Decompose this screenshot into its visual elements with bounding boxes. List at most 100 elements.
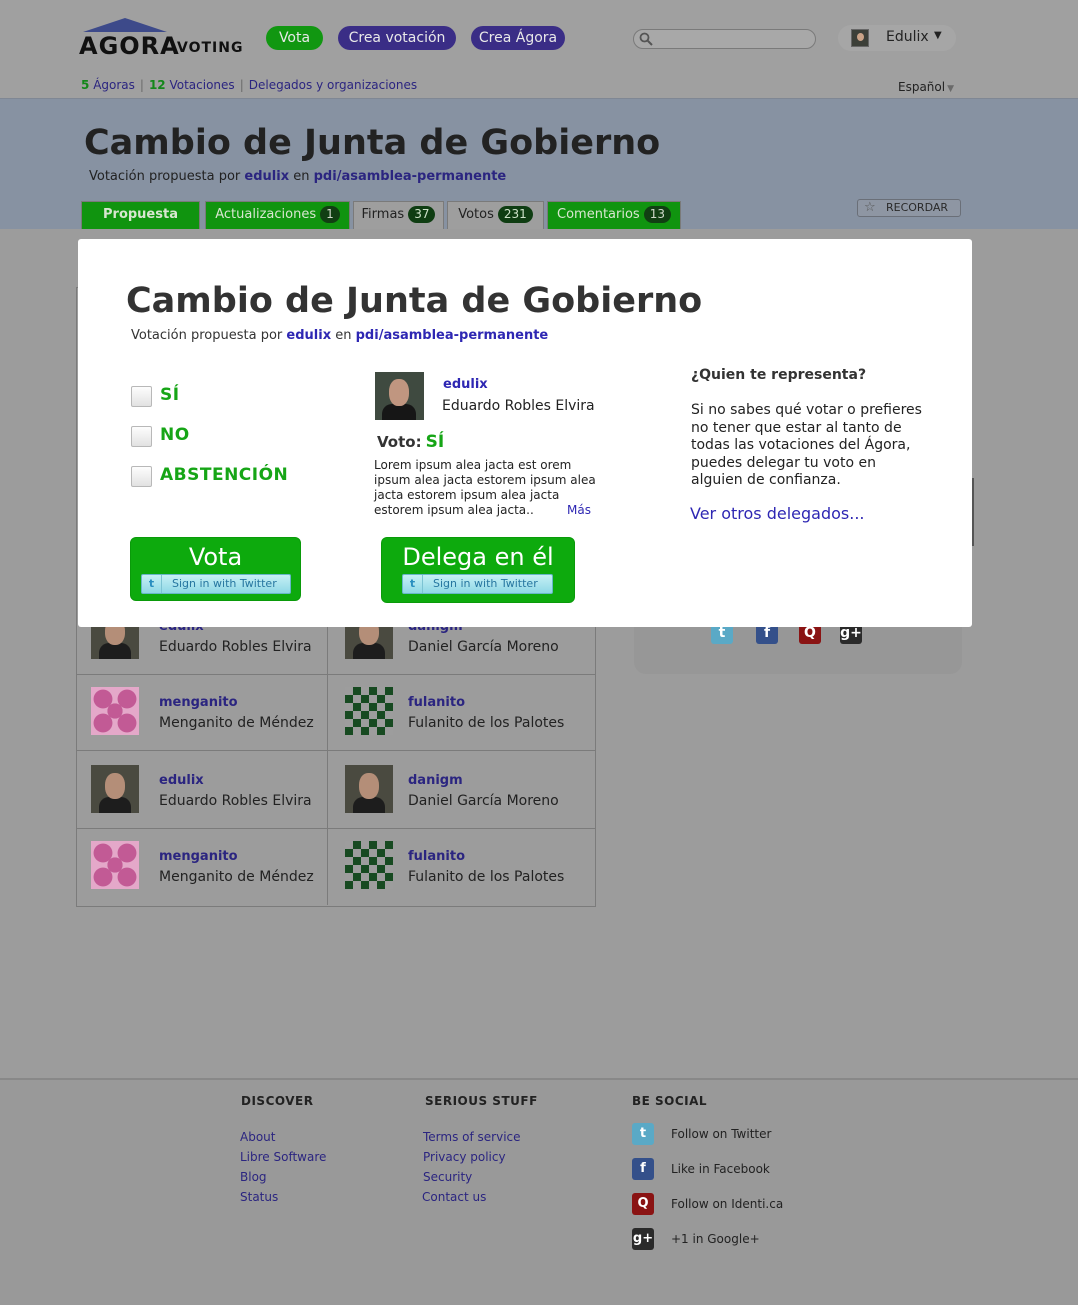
footer-link-contact[interactable]: Contact us <box>422 1187 538 1207</box>
agora-link[interactable]: pdi/asamblea-permanente <box>356 328 549 343</box>
separator: | <box>239 78 244 92</box>
author-link[interactable]: edulix <box>244 169 289 184</box>
table-row: menganito Menganito de Méndez fulanito F… <box>77 827 595 905</box>
tab-comentarios[interactable]: Comentarios 13 <box>547 201 681 229</box>
footer-link-libre-software[interactable]: Libre Software <box>240 1147 326 1167</box>
social-item-googleplus[interactable]: g+ +1 in Google+ <box>632 1228 760 1263</box>
option-checkbox[interactable] <box>131 466 152 487</box>
voter-fullname: Eduardo Robles Elvira <box>159 639 312 655</box>
tab-firmas[interactable]: Firmas 37 <box>353 201 444 229</box>
footer-discover: DISCOVER About Libre Software Blog Statu… <box>240 1094 326 1207</box>
option-checkbox[interactable] <box>131 386 152 407</box>
social-item-facebook[interactable]: f Like in Facebook <box>632 1158 770 1193</box>
voter-card[interactable]: danigm Daniel García Moreno <box>327 751 595 829</box>
tab-label: Firmas <box>361 207 405 222</box>
avatar <box>345 841 393 889</box>
vote-label: Voto: <box>377 433 422 451</box>
social-label: +1 in Google+ <box>671 1232 760 1246</box>
tab-label: Comentarios <box>557 207 640 222</box>
table-row: edulix Eduardo Robles Elvira danigm Dani… <box>77 751 595 829</box>
voter-username[interactable]: menganito <box>159 695 238 710</box>
ver-otros-delegados-link[interactable]: Ver otros delegados... <box>690 504 865 523</box>
twitter-icon: t <box>632 1123 654 1145</box>
tab-count-badge: 1 <box>320 206 340 223</box>
more-link[interactable]: Más <box>567 503 591 517</box>
tab-actualizaciones[interactable]: Actualizaciones 1 <box>205 201 350 229</box>
footer-link-terms[interactable]: Terms of service <box>423 1127 538 1147</box>
votaciones-count: 12 <box>148 78 166 92</box>
voter-username[interactable]: fulanito <box>408 695 465 710</box>
tab-label: Actualizaciones <box>215 207 317 222</box>
voting-banner: Cambio de Junta de Gobierno Votación pro… <box>0 98 1078 229</box>
recordar-button[interactable]: ☆ RECORDAR <box>857 199 961 217</box>
social-label: Like in Facebook <box>671 1162 770 1176</box>
footer: DISCOVER About Libre Software Blog Statu… <box>0 1078 1078 1305</box>
search-box <box>633 29 816 49</box>
user-name: Edulix <box>886 29 929 45</box>
avatar <box>91 687 139 735</box>
agoras-link[interactable]: Ágoras <box>93 78 135 92</box>
language-label: Español <box>898 80 946 94</box>
footer-link-status[interactable]: Status <box>240 1187 326 1207</box>
modal-subtitle: Votación propuesta por edulix en pdi/asa… <box>131 328 548 343</box>
voter-card[interactable]: fulanito Fulanito de los Palotes <box>327 827 595 905</box>
logo-subtext: VOTING <box>177 40 244 56</box>
twitter-signin-button[interactable]: t Sign in with Twitter <box>402 574 553 594</box>
voter-card[interactable]: fulanito Fulanito de los Palotes <box>327 673 595 751</box>
logo-roof-shape <box>83 18 167 32</box>
logo-text: AGORA <box>79 32 180 60</box>
representa-text: Si no sabes qué votar o prefieres no ten… <box>691 402 922 488</box>
social-item-twitter[interactable]: t Follow on Twitter <box>632 1123 771 1158</box>
footer-link-blog[interactable]: Blog <box>240 1167 326 1187</box>
votaciones-link[interactable]: Votaciones <box>169 78 234 92</box>
avatar <box>91 765 139 813</box>
delegate-reason: Lorem ipsum alea jacta est orem ipsum al… <box>374 458 596 517</box>
chevron-down-icon: ▼ <box>947 84 955 94</box>
voter-username[interactable]: danigm <box>408 773 463 788</box>
crea-votacion-button[interactable]: Crea votación <box>338 26 456 50</box>
social-label: Follow on Identi.ca <box>671 1197 784 1211</box>
delegate-button[interactable]: Delega en él t Sign in with Twitter <box>381 537 575 603</box>
voter-username[interactable]: edulix <box>159 773 204 788</box>
footer-link-privacy[interactable]: Privacy policy <box>423 1147 538 1167</box>
delegate-username[interactable]: edulix <box>443 377 488 392</box>
vota-nav-button[interactable]: Vota <box>266 26 323 50</box>
subtitle-prefix: Votación propuesta por <box>131 328 283 343</box>
social-item-identica[interactable]: Q Follow on Identi.ca <box>632 1193 783 1228</box>
separator: | <box>139 78 144 92</box>
stats-subnav: 5 Ágoras | 12 Votaciones | Delegados y organ… <box>81 78 417 92</box>
footer-social: BE SOCIAL t Follow on Twitter f Like in … <box>632 1094 783 1263</box>
author-link[interactable]: edulix <box>286 328 331 343</box>
tab-propuesta[interactable]: Propuesta <box>81 201 200 229</box>
footer-link-security[interactable]: Security <box>423 1167 538 1187</box>
voter-card[interactable]: menganito Menganito de Méndez <box>77 673 327 751</box>
subtitle-en: en <box>335 328 352 343</box>
delegados-link[interactable]: Delegados y organizaciones <box>249 78 417 92</box>
option-label: ABSTENCIÓN <box>160 465 289 485</box>
agora-link[interactable]: pdi/asamblea-permanente <box>314 169 507 184</box>
voter-card[interactable]: menganito Menganito de Méndez <box>77 827 327 905</box>
vote-button[interactable]: Vota t Sign in with Twitter <box>130 537 301 601</box>
twitter-signin-button[interactable]: t Sign in with Twitter <box>141 574 291 594</box>
twitter-icon: t <box>403 575 423 593</box>
crea-agora-button[interactable]: Crea Ágora <box>471 26 565 50</box>
footer-serious: SERIOUS STUFF Terms of service Privacy p… <box>422 1094 538 1207</box>
footer-link-about[interactable]: About <box>240 1127 326 1147</box>
tab-label: Votos <box>458 207 494 222</box>
voter-username[interactable]: fulanito <box>408 849 465 864</box>
voter-card[interactable]: edulix Eduardo Robles Elvira <box>77 751 327 829</box>
user-menu[interactable]: Edulix ▼ <box>838 25 956 51</box>
tab-label: Propuesta <box>103 207 178 222</box>
chevron-down-icon: ▼ <box>934 30 942 41</box>
language-selector[interactable]: Español ▼ <box>898 80 954 94</box>
user-avatar <box>851 29 869 47</box>
avatar <box>345 765 393 813</box>
tab-votos[interactable]: Votos 231 <box>447 201 544 229</box>
agora-voting-logo[interactable]: AGORA VOTING <box>79 18 249 64</box>
avatar <box>345 687 393 735</box>
top-header: AGORA VOTING Vota Crea votación Crea Ágo… <box>0 0 1078 98</box>
option-checkbox[interactable] <box>131 426 152 447</box>
search-input[interactable] <box>656 30 811 48</box>
voter-username[interactable]: menganito <box>159 849 238 864</box>
star-icon: ☆ <box>864 200 876 215</box>
